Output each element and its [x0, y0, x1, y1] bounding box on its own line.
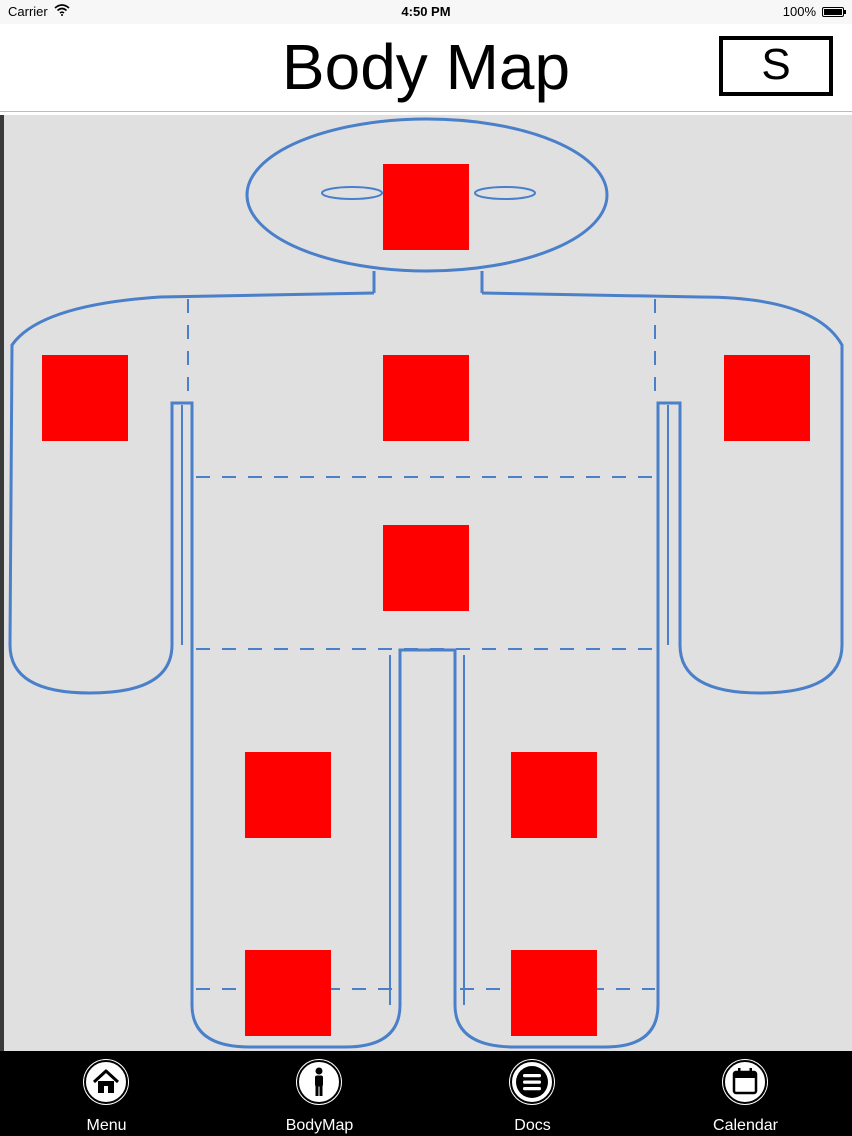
tab-docs-label: Docs: [514, 1117, 551, 1134]
tab-bar: Menu BodyMap Docs Calendar: [0, 1051, 852, 1136]
marker-head[interactable]: [383, 164, 469, 250]
tab-bodymap-label: BodyMap: [285, 1117, 354, 1134]
tab-bodymap[interactable]: BodyMap: [213, 1051, 426, 1136]
tab-menu[interactable]: Menu: [0, 1051, 213, 1136]
tab-menu-label: Menu: [86, 1117, 127, 1134]
tab-calendar[interactable]: Calendar: [639, 1051, 852, 1136]
body-map: [0, 115, 852, 1051]
status-right: 100%: [782, 4, 846, 19]
calendar-icon: [722, 1059, 768, 1105]
marker-chest[interactable]: [383, 355, 469, 441]
person-icon: [296, 1059, 342, 1105]
marker-left-arm[interactable]: [724, 355, 810, 441]
tab-calendar-label: Calendar: [713, 1117, 778, 1134]
left-eye-outline: [474, 186, 536, 200]
marker-abdomen[interactable]: [383, 525, 469, 611]
tab-docs[interactable]: Docs: [426, 1051, 639, 1136]
marker-left-lower-leg[interactable]: [511, 950, 597, 1036]
home-icon: [83, 1059, 129, 1105]
right-eye-outline: [321, 186, 383, 200]
battery-fill: [824, 8, 842, 15]
battery-icon: [822, 6, 846, 17]
status-bar: Carrier 4:50 PM 100%: [0, 0, 852, 24]
status-time: 4:50 PM: [401, 4, 451, 19]
marker-left-thigh[interactable]: [511, 752, 597, 838]
s-button[interactable]: S: [719, 36, 833, 96]
navigation-bar: Body Map S: [0, 24, 852, 112]
marker-right-lower-leg[interactable]: [245, 950, 331, 1036]
list-icon: [509, 1059, 555, 1105]
marker-right-arm[interactable]: [42, 355, 128, 441]
marker-right-thigh[interactable]: [245, 752, 331, 838]
battery-percent: 100%: [782, 4, 816, 19]
neck-outline: [372, 271, 484, 293]
